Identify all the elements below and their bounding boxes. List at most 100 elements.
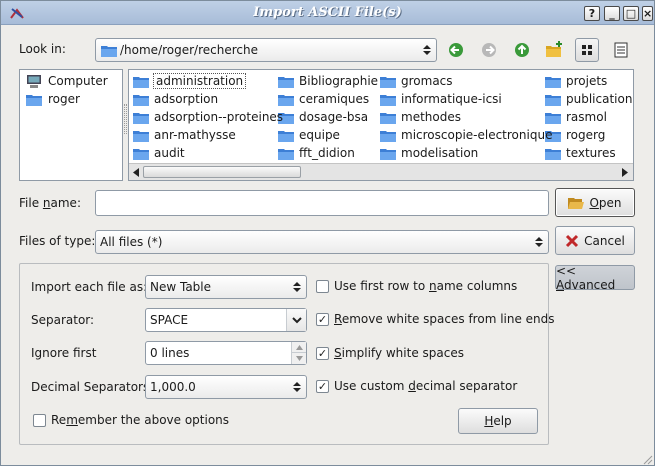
file-list-item-label: Bibliographie	[299, 74, 379, 88]
file-list-item[interactable]: rogerg	[545, 127, 605, 143]
up-arrow-icon	[515, 43, 529, 57]
file-list-item-label: microscopie-electronique	[401, 128, 553, 142]
file-list-item[interactable]: publications	[545, 91, 633, 107]
file-list-item[interactable]: adsorption--proteines	[133, 109, 283, 125]
separator-combo[interactable]: SPACE	[145, 308, 307, 332]
first-row-label[interactable]: Use first row to name columns	[334, 279, 517, 293]
chevron-down-icon	[292, 317, 302, 324]
simplify-ws-label[interactable]: Simplify white spaces	[334, 346, 464, 360]
close-button[interactable]: ×	[642, 6, 653, 21]
file-list-item[interactable]: fft_didion	[278, 145, 355, 161]
file-list-item-label: rasmol	[566, 110, 607, 124]
cancel-x-icon	[566, 234, 579, 247]
file-list-item-label: informatique-icsi	[401, 92, 502, 106]
sidebar-item-computer[interactable]: Computer	[26, 73, 108, 89]
custom-decimal-checkbox[interactable]: ✓	[316, 380, 329, 393]
decimal-separators-combo[interactable]: 1,000.0	[145, 375, 307, 399]
import-each-value: New Table	[150, 280, 212, 294]
file-list-item[interactable]: audit	[133, 145, 185, 161]
remember-label[interactable]: Remember the above options	[51, 413, 229, 427]
icon-view-button[interactable]	[575, 38, 599, 62]
file-list-item-label: rogerg	[566, 128, 606, 142]
file-list-item[interactable]: Bibliographie	[278, 73, 378, 89]
simplify-ws-checkbox[interactable]: ✓	[316, 347, 329, 360]
file-list-item-label: equipe	[299, 128, 340, 142]
remember-checkbox[interactable]	[33, 414, 46, 427]
updown-arrows-icon	[293, 282, 301, 292]
window-title: Import ASCII File(s)	[253, 5, 402, 20]
scroll-left-icon[interactable]	[132, 168, 140, 177]
folder-icon	[380, 76, 396, 88]
file-list-item[interactable]: textures	[545, 145, 616, 161]
spin-down-icon	[296, 356, 303, 361]
open-button[interactable]: Open	[555, 188, 635, 217]
file-list-item[interactable]: gromacs	[380, 73, 453, 89]
updown-arrows-icon	[535, 237, 543, 247]
scroll-thumb[interactable]	[143, 166, 301, 178]
file-list-item[interactable]: informatique-icsi	[380, 91, 502, 107]
file-list-item[interactable]: projets	[545, 73, 607, 89]
separator-value: SPACE	[150, 313, 189, 327]
up-folder-button[interactable]	[510, 38, 534, 62]
horizontal-scrollbar[interactable]	[129, 163, 633, 180]
scroll-right-icon[interactable]	[621, 168, 629, 177]
computer-icon	[27, 74, 41, 88]
import-each-label: Import each file as:	[31, 280, 148, 294]
forward-arrow-icon	[482, 43, 496, 57]
sidebar-panel: Computer roger	[19, 69, 123, 181]
title-bar[interactable]: Import ASCII File(s) ? _ □ ×	[1, 1, 654, 25]
file-name-input[interactable]	[95, 190, 549, 216]
file-list-item-label: fft_didion	[299, 146, 355, 160]
file-list-item[interactable]: adsorption	[133, 91, 218, 107]
splitter-handle[interactable]	[124, 104, 127, 134]
decimal-separators-value: 1,000.0	[150, 380, 196, 394]
file-list-item[interactable]: ceramiques	[278, 91, 369, 107]
remove-ws-checkbox[interactable]: ✓	[316, 313, 329, 326]
folder-icon	[545, 148, 561, 160]
file-list-item[interactable]: anr-mathysse	[133, 127, 236, 143]
help-button[interactable]: Help	[458, 408, 538, 434]
first-row-checkbox[interactable]	[316, 280, 329, 293]
folder-icon	[133, 94, 149, 106]
file-list-item[interactable]: equipe	[278, 127, 340, 143]
file-list-item[interactable]: modelisation	[380, 145, 478, 161]
folder-icon	[26, 94, 42, 106]
file-list-item[interactable]: microscopie-electronique	[380, 127, 552, 143]
advanced-button[interactable]: << Advanced	[555, 264, 635, 292]
resize-grip-icon[interactable]	[641, 453, 653, 465]
cancel-button[interactable]: Cancel	[555, 226, 635, 255]
maximize-button[interactable]: □	[623, 6, 639, 21]
back-button[interactable]	[444, 38, 468, 62]
custom-decimal-label[interactable]: Use custom decimal separator	[334, 379, 517, 393]
file-list-item[interactable]: dosage-bsa	[278, 109, 368, 125]
detail-view-button[interactable]	[609, 38, 633, 62]
minimize-button[interactable]: _	[604, 6, 620, 21]
separator-dropdown-button[interactable]	[286, 309, 306, 331]
folder-icon	[278, 148, 294, 160]
file-name-label: File name:	[19, 196, 81, 210]
look-in-combo[interactable]: /home/roger/recherche	[95, 38, 437, 62]
file-list-item-label: methodes	[401, 110, 461, 124]
file-list-item[interactable]: methodes	[380, 109, 461, 125]
file-list-item[interactable]: administration	[133, 73, 247, 89]
open-folder-icon	[568, 197, 585, 209]
spin-down-button[interactable]	[291, 353, 306, 364]
ignore-first-label: Ignore first	[31, 346, 97, 360]
ignore-first-spinbox[interactable]: 0 lines	[145, 341, 307, 365]
remove-ws-label[interactable]: Remove white spaces from line ends	[334, 312, 555, 326]
sidebar-item-label: Computer	[48, 74, 108, 88]
detail-view-icon	[614, 42, 628, 58]
file-list-item-label: administration	[152, 73, 247, 89]
file-list-item[interactable]: rasmol	[545, 109, 607, 125]
files-of-type-combo[interactable]: All files (*)	[95, 230, 549, 254]
folder-icon	[133, 112, 149, 124]
decimal-separators-label: Decimal Separators	[31, 380, 150, 394]
forward-button[interactable]	[477, 38, 501, 62]
import-each-combo[interactable]: New Table	[145, 275, 307, 299]
spin-up-icon	[296, 345, 303, 350]
folder-icon	[545, 112, 561, 124]
sidebar-item-roger[interactable]: roger	[26, 91, 80, 107]
help-title-button[interactable]: ?	[584, 6, 600, 21]
new-folder-button[interactable]	[542, 38, 566, 62]
spin-up-button[interactable]	[291, 342, 306, 353]
